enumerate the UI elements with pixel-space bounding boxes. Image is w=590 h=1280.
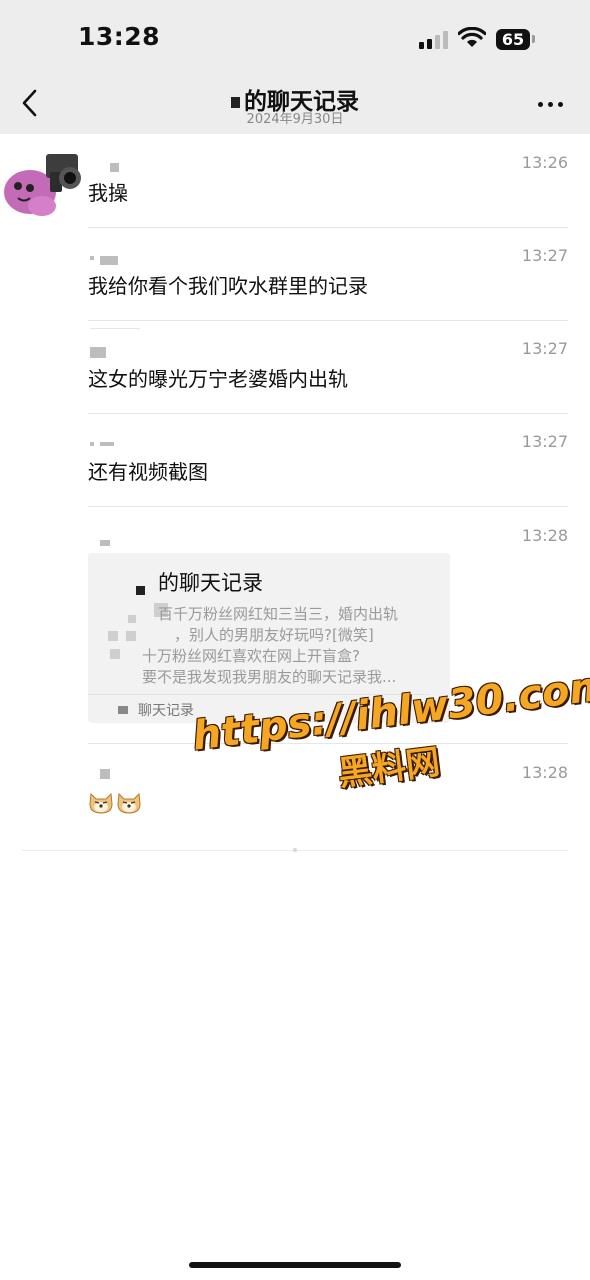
redacted-block <box>110 649 120 659</box>
message-time: 13:27 <box>521 339 568 358</box>
divider <box>88 320 568 321</box>
card-preview-line: 要不是我发现我男朋友的聊天记录我... <box>142 668 397 686</box>
message-time: 13:27 <box>521 246 568 265</box>
avatar-sticker[interactable] <box>2 140 84 222</box>
redacted-name <box>231 97 240 108</box>
card-preview-line: 十万粉丝网红喜欢在网上开盲盒? <box>142 647 360 665</box>
redacted-block <box>126 631 136 641</box>
home-indicator[interactable] <box>189 1262 401 1268</box>
battery-level: 65 <box>496 29 530 50</box>
doge-emoji-icon <box>89 792 113 814</box>
card-footer: 聊天记录 <box>138 703 194 719</box>
message-text: 我给你看个我们吹水群里的记录 <box>88 274 368 298</box>
message-time: 13:28 <box>521 526 568 545</box>
more-options-icon[interactable] <box>538 102 564 108</box>
status-bar: 13:28 65 <box>0 0 590 76</box>
redacted-block <box>118 706 128 714</box>
status-time: 13:28 <box>78 22 161 51</box>
message-text: 我操 <box>88 181 128 205</box>
page-date: 2024年9月30日 <box>246 112 344 127</box>
message-text: 还有视频截图 <box>88 460 208 484</box>
message-text: 这女的曝光万宁老婆婚内出轨 <box>88 367 348 391</box>
end-dot <box>293 848 297 852</box>
divider <box>88 227 568 228</box>
battery-tip <box>532 35 535 43</box>
divider <box>88 413 568 414</box>
cellular-signal-icon <box>419 29 451 49</box>
card-preview-line: 百千万粉丝网红知三当三，婚内出轨 <box>158 605 399 623</box>
card-title: 的聊天记录 <box>158 571 263 595</box>
doge-emoji-icon <box>117 792 141 814</box>
nav-bar: 的聊天记录 2024年9月30日 <box>0 76 590 134</box>
card-preview-line: ，别人的男朋友好玩吗?[微笑] <box>174 626 374 644</box>
message-time: 13:27 <box>521 432 568 451</box>
redacted-block <box>128 615 136 623</box>
message-time: 13:26 <box>521 153 568 172</box>
redacted-block <box>108 631 118 641</box>
wifi-icon <box>458 27 486 47</box>
divider <box>88 506 568 507</box>
redacted-block <box>136 586 145 595</box>
watermark-site-name: 黑料网 <box>336 742 443 795</box>
